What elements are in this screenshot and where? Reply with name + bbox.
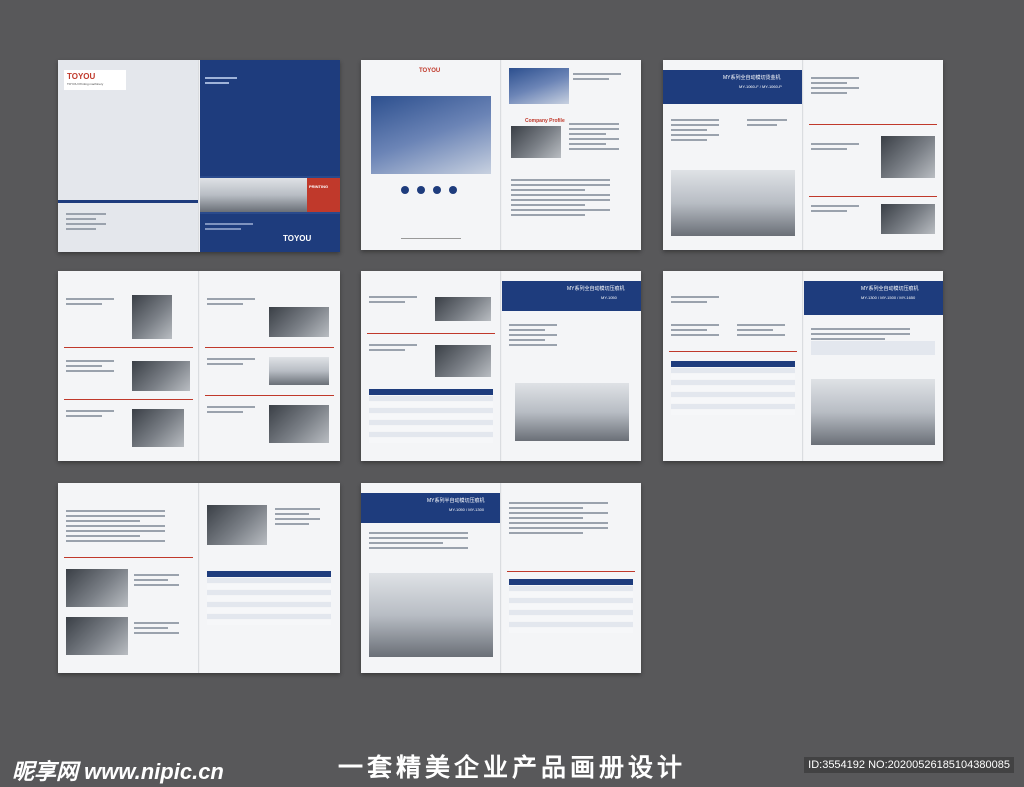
spec-table-1: [369, 389, 493, 444]
spread-cover[interactable]: TOYOU TOYOU Printing machinery PRINTING …: [58, 60, 340, 252]
product-2-title: MY系列全自动模切压痕机: [567, 286, 625, 292]
intro-right-page: Company Profile: [501, 60, 641, 250]
detail-photo: [881, 204, 935, 234]
details-right: [199, 271, 340, 461]
back-cover: TOYOU TOYOU Printing machinery: [58, 60, 199, 252]
spec-table-4: [509, 579, 633, 634]
product-4-left: MY系列半自动模切压痕机 MY-1050 / MY-1300: [361, 483, 501, 673]
product-1-model: MY-1060-F / MY-1060-P: [739, 84, 782, 89]
product-1-photo: [671, 170, 795, 236]
product-1-left: MY系列全自动模切烫金机 MY-1060-F / MY-1060-P: [663, 60, 803, 250]
spread-product-1[interactable]: MY系列全自动模切烫金机 MY-1060-F / MY-1060-P: [663, 60, 943, 250]
watermark: 昵享网 www.nipic.cn: [12, 759, 224, 784]
front-cover: PRINTING TOYOU: [199, 60, 340, 252]
product-3-title: MY系列全自动模切压痕机: [861, 286, 919, 292]
product-4-right: [501, 483, 641, 673]
meeting-photo: [511, 126, 561, 158]
product-4-title: MY系列半自动模切压痕机: [427, 498, 485, 504]
spread-product-2[interactable]: MY系列全自动模切压痕机 MY-1050: [361, 271, 641, 461]
spread-product-4[interactable]: MY系列半自动模切压痕机 MY-1050 / MY-1300: [361, 483, 641, 673]
product-4-model: MY-1050 / MY-1300: [449, 507, 485, 512]
product-1-right: [803, 60, 943, 250]
product-3-right: MY系列全自动模切压痕机 MY-1300 / MY-1500 / MY-1650: [803, 271, 943, 461]
product-2-left: [361, 271, 501, 461]
spec-table-3: [207, 571, 331, 626]
brand-logo: TOYOU: [67, 72, 96, 81]
product-3-model: MY-1300 / MY-1500 / MY-1650: [861, 295, 916, 300]
factory-photo: [371, 96, 491, 174]
product-1-title: MY系列全自动模切烫金机: [723, 75, 781, 81]
spread-product-3[interactable]: MY系列全自动模切压痕机 MY-1300 / MY-1500 / MY-1650: [663, 271, 943, 461]
image-id: ID:3554192 NO:20200526185104380085: [804, 757, 1014, 773]
spread-intro[interactable]: TOYOU Company Profile: [361, 60, 641, 250]
product-4-photo: [369, 573, 493, 657]
cover-machine-photo: [199, 178, 307, 212]
intro-left-page: TOYOU: [361, 60, 501, 250]
product-3-left: [663, 271, 803, 461]
features-left: [58, 483, 199, 673]
office-photo: [509, 68, 569, 104]
company-profile-title: Company Profile: [525, 118, 565, 124]
product-2-photo: [515, 383, 629, 441]
product-2-right: MY系列全自动模切压痕机 MY-1050: [501, 271, 641, 461]
back-brand: TOYOU: [283, 234, 312, 243]
spread-details[interactable]: [58, 271, 340, 461]
cover-badge: PRINTING: [309, 184, 329, 189]
spec-table-2: [671, 361, 795, 416]
spread-features[interactable]: [58, 483, 340, 673]
product-3-photo: [811, 379, 935, 445]
product-2-model: MY-1050: [601, 295, 617, 300]
details-left: [58, 271, 199, 461]
intro-logo: TOYOU: [419, 68, 441, 74]
motor-photo: [881, 136, 935, 178]
features-right: [199, 483, 340, 673]
brand-subtitle: TOYOU Printing machinery: [67, 82, 104, 86]
